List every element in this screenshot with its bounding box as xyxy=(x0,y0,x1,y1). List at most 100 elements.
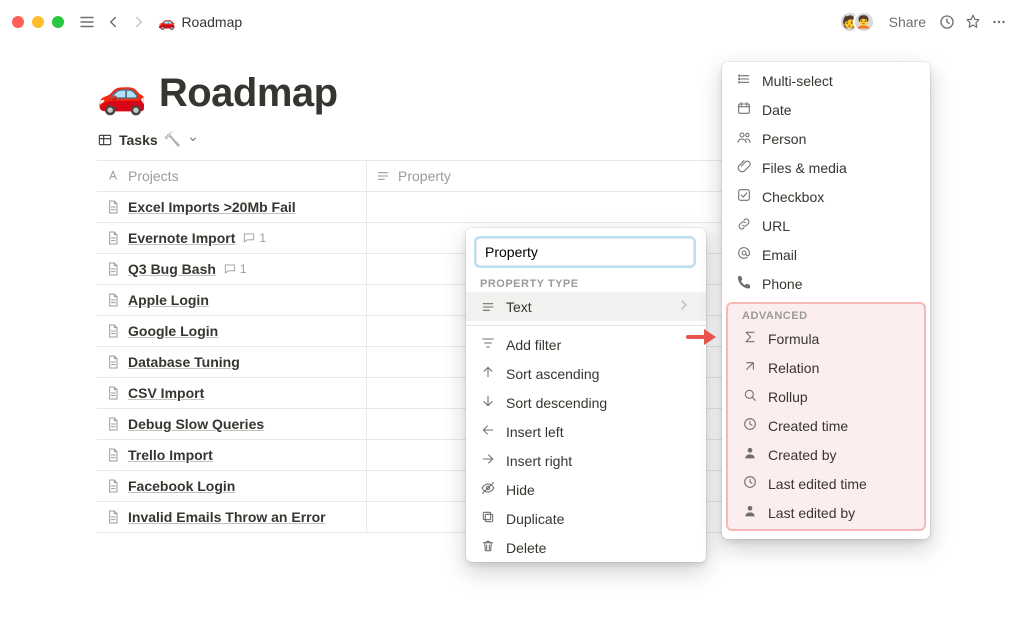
column-menu-item[interactable]: Insert left xyxy=(466,417,706,446)
comment-icon xyxy=(223,262,237,276)
row-title: Q3 Bug Bash xyxy=(128,261,216,277)
clock-icon xyxy=(742,474,758,493)
page-icon xyxy=(105,478,121,494)
page-more-button[interactable] xyxy=(986,9,1012,35)
menu-item-label: Person xyxy=(762,131,806,147)
cell-projects[interactable]: Q3 Bug Bash 1 xyxy=(97,254,367,284)
column-menu-item[interactable]: Duplicate xyxy=(466,504,706,533)
menu-item-label: Insert left xyxy=(506,424,564,440)
share-button[interactable]: Share xyxy=(881,14,934,30)
table-icon xyxy=(97,132,113,148)
property-type-option[interactable]: Files & media xyxy=(722,153,930,182)
menu-item-label: Date xyxy=(762,102,792,118)
comment-count[interactable]: 1 xyxy=(242,231,266,245)
property-type-option[interactable]: Multi-select xyxy=(722,66,930,95)
property-type-option[interactable]: Created time xyxy=(728,411,924,440)
column-header-label: Property xyxy=(398,168,451,184)
chevron-down-icon xyxy=(187,132,199,148)
presence-avatars[interactable]: 🧑 🧑‍🦱 xyxy=(847,11,875,33)
window-close-button[interactable] xyxy=(12,16,24,28)
view-switcher[interactable]: Tasks 🔨 xyxy=(97,131,199,148)
column-menu-item[interactable]: Insert right xyxy=(466,446,706,475)
property-type-option[interactable]: Person xyxy=(722,124,930,153)
favorite-button[interactable] xyxy=(960,9,986,35)
page-icon[interactable]: 🚗 xyxy=(97,70,147,117)
list-icon xyxy=(736,71,752,90)
cell-projects[interactable]: CSV Import xyxy=(97,378,367,408)
filter-icon xyxy=(480,335,496,354)
arrow-down-icon xyxy=(480,393,496,412)
property-type-option[interactable]: Last edited time xyxy=(728,469,924,498)
cell-projects[interactable]: Google Login xyxy=(97,316,367,346)
property-type-option[interactable]: Email xyxy=(722,240,930,269)
menu-item-label: Insert right xyxy=(506,453,572,469)
checkbox-icon xyxy=(736,187,752,206)
menu-item-label: Created time xyxy=(768,418,848,434)
sidebar-toggle-button[interactable] xyxy=(74,9,100,35)
nav-forward-button[interactable] xyxy=(126,9,152,35)
page-title[interactable]: Roadmap xyxy=(159,71,338,116)
column-menu-item[interactable]: Sort descending xyxy=(466,388,706,417)
property-type-option[interactable]: Phone xyxy=(722,269,930,298)
row-title: Evernote Import xyxy=(128,230,235,246)
updates-button[interactable] xyxy=(934,9,960,35)
property-name-input[interactable] xyxy=(476,238,694,266)
page-icon xyxy=(105,416,121,432)
column-header-projects[interactable]: Projects xyxy=(97,161,367,191)
menu-item-label: Multi-select xyxy=(762,73,833,89)
column-menu-item[interactable]: Hide xyxy=(466,475,706,504)
cell-projects[interactable]: Facebook Login xyxy=(97,471,367,501)
cell-projects[interactable]: Evernote Import 1 xyxy=(97,223,367,253)
link-icon xyxy=(736,216,752,235)
duplicate-icon xyxy=(480,509,496,528)
view-name-label: Tasks xyxy=(119,132,158,148)
menu-item-label: Sort descending xyxy=(506,395,607,411)
page-icon xyxy=(105,323,121,339)
menu-item-label: Rollup xyxy=(768,389,808,405)
menu-section-label: Property type xyxy=(466,272,706,292)
cell-projects[interactable]: Apple Login xyxy=(97,285,367,315)
sigma-icon xyxy=(742,329,758,348)
property-type-option[interactable]: Last edited by xyxy=(728,498,924,527)
nav-back-button[interactable] xyxy=(100,9,126,35)
property-type-option[interactable]: Date xyxy=(722,95,930,124)
menu-item-label: Files & media xyxy=(762,160,847,176)
property-type-option[interactable]: URL xyxy=(722,211,930,240)
property-type-selected[interactable]: Text xyxy=(466,292,706,321)
window-maximize-button[interactable] xyxy=(52,16,64,28)
menu-item-label: Email xyxy=(762,247,797,263)
property-type-option[interactable]: Checkbox xyxy=(722,182,930,211)
cell-projects[interactable]: Excel Imports >20Mb Fail xyxy=(97,192,367,222)
text-lines-icon xyxy=(375,168,391,184)
page-icon xyxy=(105,354,121,370)
clock-icon xyxy=(938,13,956,31)
column-menu-item[interactable]: Delete xyxy=(466,533,706,562)
property-type-option[interactable]: Formula xyxy=(728,324,924,353)
cell-projects[interactable]: Invalid Emails Throw an Error xyxy=(97,502,367,532)
cell-projects[interactable]: Trello Import xyxy=(97,440,367,470)
window-minimize-button[interactable] xyxy=(32,16,44,28)
row-title: Facebook Login xyxy=(128,478,235,494)
menu-item-label: Relation xyxy=(768,360,819,376)
people-icon xyxy=(736,129,752,148)
property-type-option[interactable]: Created by xyxy=(728,440,924,469)
comment-count[interactable]: 1 xyxy=(223,262,247,276)
cell-projects[interactable]: Database Tuning xyxy=(97,347,367,377)
menu-item-label: Last edited time xyxy=(768,476,867,492)
avatar: 🧑‍🦱 xyxy=(853,11,875,33)
view-emoji: 🔨 xyxy=(164,131,181,148)
arrow-up-icon xyxy=(480,364,496,383)
breadcrumb[interactable]: 🚗 Roadmap xyxy=(152,12,248,33)
menu-item-label: Duplicate xyxy=(506,511,564,527)
property-type-option[interactable]: Rollup xyxy=(728,382,924,411)
comment-number: 1 xyxy=(240,262,247,276)
cell-projects[interactable]: Debug Slow Queries xyxy=(97,409,367,439)
menu-item-label: Checkbox xyxy=(762,189,824,205)
trash-icon xyxy=(480,538,496,557)
column-menu-item[interactable]: Sort ascending xyxy=(466,359,706,388)
breadcrumb-emoji: 🚗 xyxy=(158,14,175,31)
property-type-option[interactable]: Relation xyxy=(728,353,924,382)
column-menu-item[interactable]: Add filter xyxy=(466,330,706,359)
row-title: Google Login xyxy=(128,323,218,339)
row-title: Invalid Emails Throw an Error xyxy=(128,509,326,525)
